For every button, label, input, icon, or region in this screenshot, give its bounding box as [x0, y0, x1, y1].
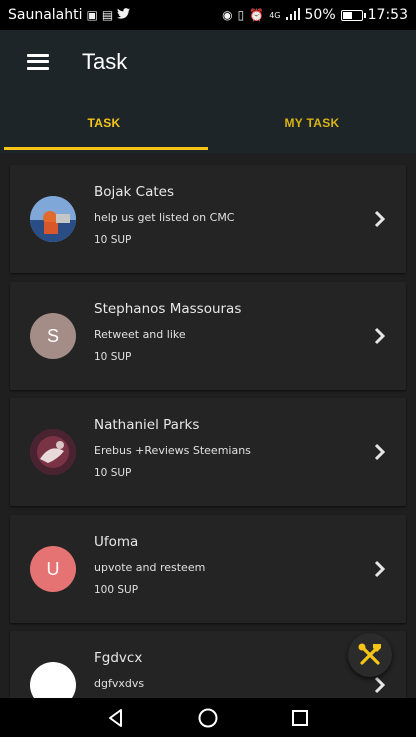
twitter-icon — [117, 8, 131, 22]
task-author: Fgdvcx — [94, 650, 143, 666]
hamburger-menu-icon[interactable] — [8, 30, 68, 93]
task-card[interactable]: Fgdvcx dgfvxdvs — [10, 631, 406, 698]
alarm-icon: ⏰ — [249, 8, 265, 22]
clock: 17:53 — [367, 7, 408, 23]
task-card[interactable]: Nathaniel Parks Erebus +Reviews Steemian… — [10, 398, 406, 506]
tab-bar: TASK MY TASK — [0, 93, 416, 153]
task-author: Ufoma — [94, 534, 139, 550]
task-reward: 100 SUP — [94, 584, 139, 596]
app-bar: Task — [0, 30, 416, 93]
carrier-name: Saunalahti — [8, 7, 83, 23]
avatar — [30, 429, 76, 475]
chevron-right-icon — [374, 210, 386, 228]
task-description: upvote and resteem — [94, 561, 206, 574]
nfc-icon: ◉ — [222, 8, 233, 22]
task-description: help us get listed on CMC — [94, 211, 235, 224]
avatar — [30, 662, 76, 698]
avatar-initial: S — [46, 325, 59, 346]
tools-fab-button[interactable] — [348, 633, 392, 677]
chevron-right-icon — [374, 443, 386, 461]
chevron-right-icon — [374, 560, 386, 578]
avatar-initial: U — [46, 558, 60, 579]
task-reward: 10 SUP — [94, 467, 132, 479]
vibrate-icon: ▯ — [237, 8, 245, 22]
battery-icon — [340, 9, 366, 21]
battery-percent: 50% — [304, 7, 336, 23]
task-description: Retweet and like — [94, 328, 186, 341]
task-author: Stephanos Massouras — [94, 301, 242, 317]
task-card[interactable]: S Stephanos Massouras Retweet and like 1… — [10, 282, 406, 390]
avatar: U — [30, 546, 76, 592]
status-bar: Saunalahti ▣ ▤ ◉ ▯ ⏰ 4G 50% 17:53 — [0, 0, 416, 30]
notification-icon: ▣ — [86, 8, 98, 22]
network-type-icon: 4G — [269, 10, 281, 20]
page-title: Task — [82, 48, 128, 74]
system-nav-bar — [0, 698, 416, 737]
chevron-right-icon — [374, 327, 386, 345]
task-author: Nathaniel Parks — [94, 417, 200, 433]
avatar — [30, 196, 76, 242]
signal-icon — [285, 7, 300, 23]
back-icon[interactable] — [101, 703, 131, 733]
avatar: S — [30, 313, 76, 359]
message-icon: ▤ — [101, 8, 114, 22]
home-icon[interactable] — [193, 703, 223, 733]
task-reward: 10 SUP — [94, 351, 132, 363]
tab-my-task[interactable]: MY TASK — [208, 93, 416, 153]
task-description: Erebus +Reviews Steemians — [94, 444, 251, 457]
task-description: dgfvxdvs — [94, 677, 145, 690]
battery-fill — [342, 11, 352, 19]
task-card[interactable]: Bojak Cates help us get listed on CMC 10… — [10, 165, 406, 273]
task-author: Bojak Cates — [94, 184, 174, 200]
tab-task[interactable]: TASK — [0, 93, 208, 153]
tools-icon — [358, 643, 381, 665]
chevron-right-icon — [374, 676, 386, 694]
task-reward: 10 SUP — [94, 234, 132, 246]
task-list: Bojak Cates help us get listed on CMC 10… — [0, 153, 416, 698]
task-card[interactable]: U Ufoma upvote and resteem 100 SUP — [10, 515, 406, 623]
recents-icon[interactable] — [285, 703, 315, 733]
